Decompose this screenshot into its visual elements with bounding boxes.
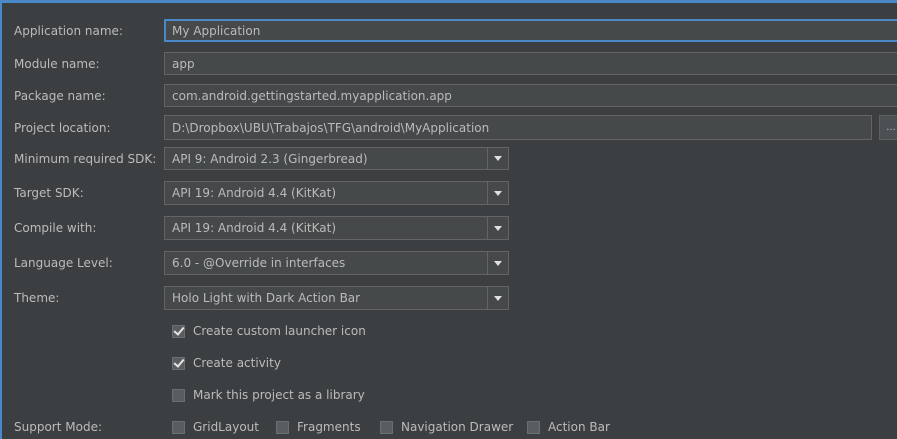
row-package-name: Package name: com.android.gettingstarted… [0,84,897,107]
application-name-input[interactable]: My Application [164,19,897,42]
row-project-location: Project location: D:\Dropbox\UBU\Trabajo… [0,115,897,140]
row-min-sdk: Minimum required SDK: API 9: Android 2.3… [0,147,897,170]
language-level-value: 6.0 - @Override in interfaces [172,256,346,270]
browse-icon: ... [886,122,896,133]
row-compile-with: Compile with: API 19: Android 4.4 (KitKa… [0,216,897,240]
language-level-arrow[interactable] [487,252,508,274]
project-location-input[interactable]: D:\Dropbox\UBU\Trabajos\TFG\android\MyAp… [164,115,872,140]
chevron-down-icon [494,225,502,231]
action-bar-label: Action Bar [548,420,610,434]
module-name-input[interactable]: app [164,52,897,75]
compile-with-value: API 19: Android 4.4 (KitKat) [172,221,337,235]
navigation-drawer-checkbox[interactable]: Navigation Drawer [380,420,513,434]
row-target-sdk: Target SDK: API 19: Android 4.4 (KitKat) [0,181,897,205]
library-label: Mark this project as a library [193,388,365,402]
project-location-label: Project location: [14,120,111,135]
module-name-label: Module name: [14,56,100,71]
checkbox-icon[interactable] [380,420,393,434]
checkbox-icon[interactable] [172,420,185,434]
row-support-mode: Support Mode: GridLayout Fragments Navig… [0,418,897,436]
theme-dropdown[interactable]: Holo Light with Dark Action Bar [164,286,509,310]
target-sdk-arrow[interactable] [487,182,508,204]
chevron-down-icon [494,260,502,266]
create-activity-checkbox[interactable]: Create activity [172,356,281,370]
language-level-dropdown[interactable]: 6.0 - @Override in interfaces [164,251,509,275]
theme-arrow[interactable] [487,287,508,309]
fragments-checkbox[interactable]: Fragments [276,420,361,434]
compile-with-arrow[interactable] [487,217,508,239]
checkbox-icon[interactable] [172,388,185,402]
application-name-label: Application name: [14,23,123,38]
chevron-down-icon [494,295,502,301]
checkbox-icon[interactable] [172,356,185,370]
launcher-icon-checkbox[interactable]: Create custom launcher icon [172,324,366,338]
checkbox-icon[interactable] [172,324,185,338]
target-sdk-value: API 19: Android 4.4 (KitKat) [172,186,337,200]
min-sdk-label: Minimum required SDK: [14,151,157,166]
chevron-down-icon [494,156,502,161]
target-sdk-label: Target SDK: [14,186,84,200]
navigation-drawer-label: Navigation Drawer [401,420,514,434]
row-module-name: Module name: app [0,52,897,75]
browse-button[interactable]: ... [879,115,897,140]
compile-with-label: Compile with: [14,221,97,235]
row-theme: Theme: Holo Light with Dark Action Bar [0,286,897,310]
theme-label: Theme: [14,291,60,305]
support-mode-label: Support Mode: [14,420,102,434]
row-language-level: Language Level: 6.0 - @Override in inter… [0,251,897,275]
library-checkbox[interactable]: Mark this project as a library [172,388,365,402]
target-sdk-dropdown[interactable]: API 19: Android 4.4 (KitKat) [164,181,509,205]
create-activity-label: Create activity [193,356,281,370]
launcher-icon-label: Create custom launcher icon [193,324,366,338]
min-sdk-dropdown[interactable]: API 9: Android 2.3 (Gingerbread) [164,147,509,170]
fragments-label: Fragments [297,420,361,434]
gridlayout-label: GridLayout [193,420,259,434]
min-sdk-arrow[interactable] [487,148,508,169]
min-sdk-value: API 9: Android 2.3 (Gingerbread) [172,151,368,166]
action-bar-checkbox[interactable]: Action Bar [527,420,610,434]
row-application-name: Application name: My Application [0,19,897,42]
package-name-label: Package name: [14,88,106,103]
chevron-down-icon [494,190,502,196]
theme-value: Holo Light with Dark Action Bar [172,291,361,305]
language-level-label: Language Level: [14,256,113,270]
compile-with-dropdown[interactable]: API 19: Android 4.4 (KitKat) [164,216,509,240]
checkbox-icon[interactable] [276,420,289,434]
gridlayout-checkbox[interactable]: GridLayout [172,420,259,434]
checkbox-icon[interactable] [527,420,540,434]
package-name-input[interactable]: com.android.gettingstarted.myapplication… [164,84,897,107]
focus-border-top [0,0,897,3]
